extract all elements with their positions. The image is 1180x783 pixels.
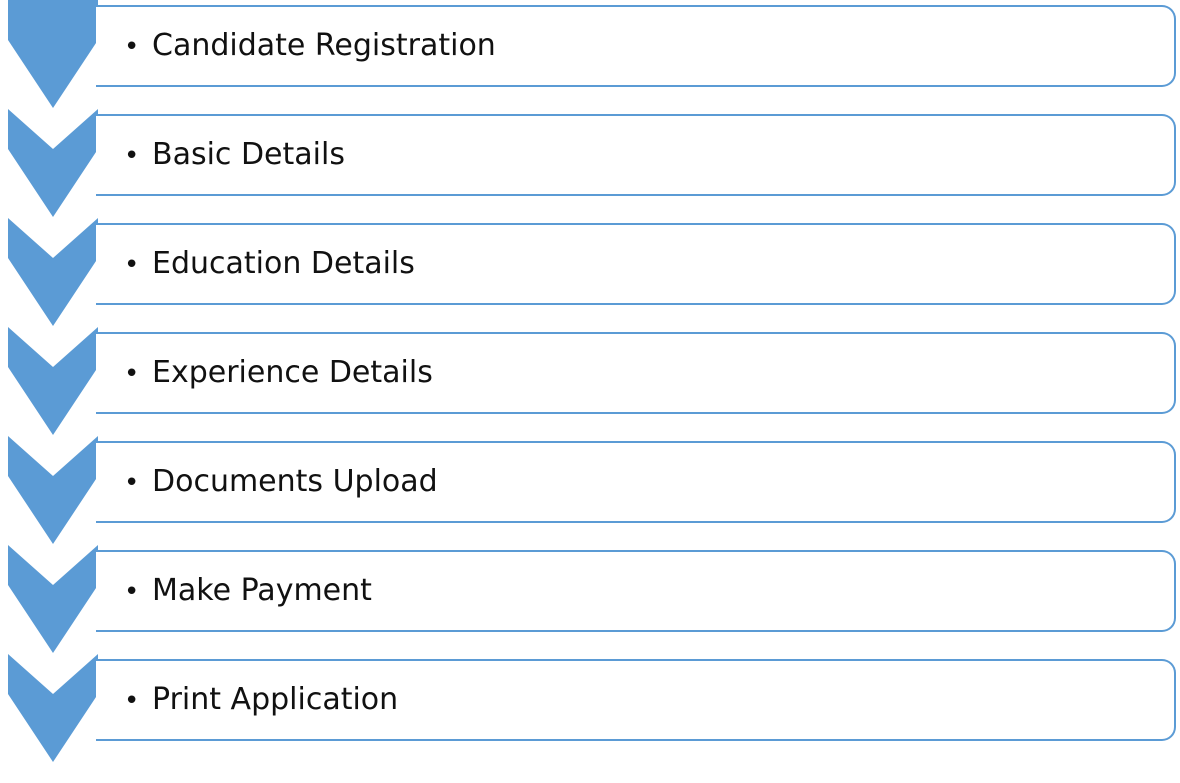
chevron-down-icon xyxy=(8,218,98,326)
bullet: • xyxy=(124,141,140,171)
step-label: • Print Application xyxy=(124,661,398,739)
step-label-text: Documents Upload xyxy=(152,464,438,499)
step-row: • Documents Upload xyxy=(0,436,1180,544)
step-box: • Experience Details xyxy=(96,332,1176,414)
bullet: • xyxy=(124,250,140,280)
step-label: • Documents Upload xyxy=(124,443,438,521)
step-label-text: Print Application xyxy=(152,682,399,717)
step-box: • Make Payment xyxy=(96,550,1176,632)
chevron-down-icon xyxy=(8,654,98,762)
step-label-text: Experience Details xyxy=(152,355,433,390)
step-box: • Candidate Registration xyxy=(96,5,1176,87)
chevron-down-icon xyxy=(8,109,98,217)
step-label: • Experience Details xyxy=(124,334,433,412)
chevron-down-icon xyxy=(8,327,98,435)
step-box: • Education Details xyxy=(96,223,1176,305)
step-row: • Print Application xyxy=(0,654,1180,762)
step-label-text: Make Payment xyxy=(152,573,372,608)
chevron-down-icon xyxy=(8,436,98,544)
step-label: • Basic Details xyxy=(124,116,345,194)
step-row: • Education Details xyxy=(0,218,1180,326)
step-row: • Make Payment xyxy=(0,545,1180,653)
bullet: • xyxy=(124,686,140,716)
bullet: • xyxy=(124,359,140,389)
step-label: • Candidate Registration xyxy=(124,7,496,85)
step-label-text: Candidate Registration xyxy=(152,28,496,63)
chevron-down-icon xyxy=(8,0,98,108)
step-label: • Make Payment xyxy=(124,552,372,630)
step-row: • Candidate Registration xyxy=(0,0,1180,108)
bullet: • xyxy=(124,468,140,498)
step-label-text: Basic Details xyxy=(152,137,345,172)
bullet: • xyxy=(124,32,140,62)
chevron-down-icon xyxy=(8,545,98,653)
step-label: • Education Details xyxy=(124,225,415,303)
step-row: • Basic Details xyxy=(0,109,1180,217)
step-label-text: Education Details xyxy=(152,246,415,281)
process-flow-diagram: • Candidate Registration • Basic Details •… xyxy=(0,0,1180,783)
step-box: • Print Application xyxy=(96,659,1176,741)
step-box: • Basic Details xyxy=(96,114,1176,196)
bullet: • xyxy=(124,577,140,607)
step-row: • Experience Details xyxy=(0,327,1180,435)
step-box: • Documents Upload xyxy=(96,441,1176,523)
